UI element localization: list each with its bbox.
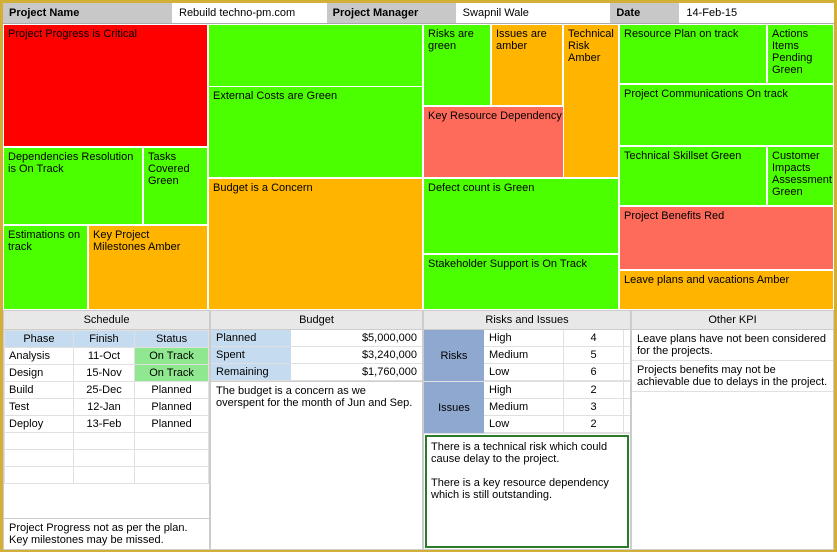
issue-med-val: 3 <box>564 399 624 415</box>
project-name-label: Project Name <box>3 3 173 23</box>
remaining-lbl: Remaining <box>211 364 291 380</box>
table-row: Deploy13-FebPlanned <box>5 416 209 433</box>
tile-dependencies: Dependencies Resolution is On Track <box>3 147 143 225</box>
phase-hdr: Phase <box>5 331 74 348</box>
issues-label: Issues <box>424 382 484 433</box>
kpi-section: Other KPI Leave plans have not been cons… <box>631 310 834 550</box>
tile-risks: Risks are green <box>423 24 491 106</box>
issue-low-lbl: Low <box>484 416 564 432</box>
project-manager-label: Project Manager <box>327 3 457 23</box>
planned-val: $5,000,000 <box>291 330 422 346</box>
tile-defect: Defect count is Green <box>423 178 619 254</box>
project-manager-value: Swapnil Wale <box>457 3 611 23</box>
remaining-val: $1,760,000 <box>291 364 422 380</box>
table-row: Design15-NovOn Track <box>5 365 209 382</box>
tile-estimations: Estimations on track <box>3 225 88 310</box>
bottom-panels: Schedule PhaseFinishStatus Analysis11-Oc… <box>3 310 834 550</box>
schedule-note: Project Progress not as per the plan. Ke… <box>4 518 209 549</box>
tile-comms: Project Communications On track <box>619 84 834 146</box>
schedule-section: Schedule PhaseFinishStatus Analysis11-Oc… <box>3 310 210 550</box>
tile-resource-plan: Resource Plan on track <box>619 24 767 84</box>
status-hdr: Status <box>135 331 209 348</box>
tile-issues: Issues are amber <box>491 24 563 106</box>
schedule-table: PhaseFinishStatus Analysis11-OctOn Track… <box>4 330 209 484</box>
budget-note: The budget is a concern as we overspent … <box>211 381 422 412</box>
risk-low-lbl: Low <box>484 364 564 380</box>
issue-med-lbl: Medium <box>484 399 564 415</box>
risks-note: There is a technical risk which could ca… <box>425 435 629 548</box>
tile-tasks: Tasks Covered Green <box>143 147 208 225</box>
spent-lbl: Spent <box>211 347 291 363</box>
schedule-header: Schedule <box>4 311 209 330</box>
finish-hdr: Finish <box>73 331 134 348</box>
issue-high-lbl: High <box>484 382 564 398</box>
risks-section: Risks and Issues Risks High4 Medium5 Low… <box>423 310 631 550</box>
budget-section: Budget Planned$5,000,000 Spent$3,240,000… <box>210 310 423 550</box>
risk-low-val: 6 <box>564 364 624 380</box>
issue-low-val: 2 <box>564 416 624 432</box>
tile-budget: Budget is a Concern <box>208 178 423 310</box>
risks-label: Risks <box>424 330 484 381</box>
risk-med-val: 5 <box>564 347 624 363</box>
table-row: Build25-DecPlanned <box>5 382 209 399</box>
kpi-header: Other KPI <box>632 311 833 330</box>
tile-external-costs: External Costs are Green <box>208 86 423 178</box>
kpi-note-2: Projects benefits may not be achievable … <box>632 361 833 392</box>
table-row: Analysis11-OctOn Track <box>5 348 209 365</box>
tile-milestones: Key Project Milestones Amber <box>88 225 208 310</box>
tile-actions: Actions Items Pending Green <box>767 24 834 84</box>
budget-header: Budget <box>211 311 422 330</box>
tile-tech-risk: Technical Risk Amber <box>563 24 619 178</box>
project-name-value: Rebuild techno-pm.com <box>173 3 327 23</box>
risk-high-val: 4 <box>564 330 624 346</box>
tile-stakeholder: Stakeholder Support is On Track <box>423 254 619 310</box>
kpi-note-1: Leave plans have not been considered for… <box>632 330 833 361</box>
header-bar: Project Name Rebuild techno-pm.com Proje… <box>3 3 834 24</box>
risks-header: Risks and Issues <box>424 311 630 330</box>
tile-leave: Leave plans and vacations Amber <box>619 270 834 310</box>
date-label: Date <box>610 3 680 23</box>
treemap: Project Progress is Critical Scope Chang… <box>3 24 834 310</box>
planned-lbl: Planned <box>211 330 291 346</box>
tile-customer: Customer Impacts Assessment Green <box>767 146 834 206</box>
tile-benefits: Project Benefits Red <box>619 206 834 270</box>
risk-high-lbl: High <box>484 330 564 346</box>
tile-progress: Project Progress is Critical <box>3 24 208 147</box>
spent-val: $3,240,000 <box>291 347 422 363</box>
issue-high-val: 2 <box>564 382 624 398</box>
tile-skillset: Technical Skillset Green <box>619 146 767 206</box>
date-value: 14-Feb-15 <box>680 3 834 23</box>
risk-med-lbl: Medium <box>484 347 564 363</box>
table-row: Test12-JanPlanned <box>5 399 209 416</box>
